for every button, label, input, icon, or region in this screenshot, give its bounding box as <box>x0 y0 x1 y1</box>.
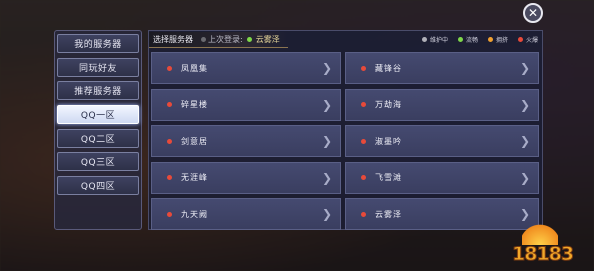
server-button[interactable]: 凤凰集 ❯ <box>151 52 341 84</box>
sidebar-item-qq-zone-3[interactable]: QQ三区 <box>57 152 139 172</box>
chevron-right-icon: ❯ <box>519 134 531 148</box>
page-title: 选择服务器 <box>153 35 193 44</box>
server-name: 飞雪滩 <box>375 173 402 182</box>
legend-label: 维护中 <box>429 37 448 44</box>
legend-item-full: 火爆 <box>517 35 538 44</box>
close-icon[interactable]: ✕ <box>523 3 543 23</box>
server-name: 碎星楼 <box>181 100 208 109</box>
chevron-right-icon: ❯ <box>519 97 531 112</box>
status-dot-icon <box>361 138 366 144</box>
busy-dot-icon <box>487 37 493 42</box>
sidebar-item-qq-zone-4[interactable]: QQ四区 <box>57 176 139 196</box>
status-dot-icon <box>167 211 172 217</box>
sidebar-item-friends[interactable]: 同玩好友 <box>57 57 139 77</box>
sun-emblem-icon <box>522 217 558 245</box>
title-bar: 选择服务器 上次登录: 云雾泽 <box>149 32 288 48</box>
maintenance-dot-icon <box>421 37 427 42</box>
server-button[interactable]: 碎星楼 ❯ <box>151 88 341 121</box>
status-dot-icon <box>167 138 172 144</box>
server-name: 剑意居 <box>181 136 208 146</box>
status-dot-icon <box>167 175 172 180</box>
server-list-panel: 选择服务器 上次登录: 云雾泽 维护中 流畅 拥挤 火爆 凤凰集 ❯ 藏锋谷 ❯ 碎星楼 ❯ 万劫… <box>148 30 543 230</box>
server-button[interactable]: 无涯峰 ❯ <box>151 161 341 194</box>
status-legend: 维护中 流畅 拥挤 火爆 <box>421 35 538 44</box>
last-login-dot-icon <box>201 37 206 42</box>
server-name: 九天阙 <box>181 209 208 219</box>
server-button[interactable]: 飞雪滩 ❯ <box>345 161 539 194</box>
server-button[interactable]: 九天阙 ❯ <box>151 198 341 230</box>
full-dot-icon <box>517 37 523 42</box>
server-category-sidebar: 我的服务器 同玩好友 推荐服务器 QQ一区 QQ二区 QQ三区 QQ四区 <box>54 30 142 230</box>
status-dot-icon <box>167 65 172 71</box>
chevron-right-icon: ❯ <box>519 170 531 185</box>
server-name: 云雾泽 <box>375 209 402 219</box>
chevron-right-icon: ❯ <box>321 207 333 221</box>
legend-item-maintenance: 维护中 <box>421 35 448 44</box>
last-login-status-dot-icon <box>246 37 252 42</box>
server-name: 无涯峰 <box>181 173 208 182</box>
legend-item-busy: 拥挤 <box>487 35 508 44</box>
smooth-dot-icon <box>457 37 463 42</box>
server-button[interactable]: 剑意居 ❯ <box>151 125 341 157</box>
server-name: 凤凰集 <box>181 63 208 73</box>
legend-label: 拥挤 <box>495 37 508 44</box>
chevron-right-icon: ❯ <box>321 170 333 185</box>
status-dot-icon <box>361 175 366 180</box>
legend-label: 流畅 <box>465 37 478 44</box>
sidebar-item-my-servers[interactable]: 我的服务器 <box>57 34 139 53</box>
panel-header: 选择服务器 上次登录: 云雾泽 维护中 流畅 拥挤 火爆 <box>149 31 544 49</box>
status-dot-icon <box>167 102 172 107</box>
legend-item-smooth: 流畅 <box>457 35 478 44</box>
server-grid: 凤凰集 ❯ 藏锋谷 ❯ 碎星楼 ❯ 万劫海 ❯ 剑意居 ❯ 淑墨吟 ❯ 无涯峰 ❯ 飞雪滩 ❯ 九天阙 ❯ 云雾泽 ❯ <box>151 52 541 230</box>
status-dot-icon <box>361 65 366 71</box>
server-name: 藏锋谷 <box>375 63 402 73</box>
sidebar-item-qq-zone-2[interactable]: QQ二区 <box>57 128 139 148</box>
sidebar-item-qq-zone-1[interactable]: QQ一区 <box>57 105 139 125</box>
last-login-server[interactable]: 云雾泽 <box>256 34 280 45</box>
chevron-right-icon: ❯ <box>321 97 333 112</box>
sidebar-item-recommended[interactable]: 推荐服务器 <box>57 81 139 101</box>
server-name: 万劫海 <box>375 100 402 109</box>
status-dot-icon <box>361 211 366 217</box>
server-button[interactable]: 藏锋谷 ❯ <box>345 52 539 84</box>
legend-label: 火爆 <box>525 37 538 44</box>
chevron-right-icon: ❯ <box>321 61 333 75</box>
server-button[interactable]: 万劫海 ❯ <box>345 88 539 121</box>
status-dot-icon <box>361 102 366 107</box>
chevron-right-icon: ❯ <box>321 134 333 148</box>
server-button[interactable]: 淑墨吟 ❯ <box>345 125 539 157</box>
watermark-logo: 18183 <box>511 217 590 266</box>
chevron-right-icon: ❯ <box>519 61 531 75</box>
server-name: 淑墨吟 <box>375 136 402 146</box>
watermark-text: 18183 <box>511 243 574 266</box>
server-button[interactable]: 云雾泽 ❯ <box>345 198 539 230</box>
last-login-label: 上次登录: <box>208 35 243 44</box>
